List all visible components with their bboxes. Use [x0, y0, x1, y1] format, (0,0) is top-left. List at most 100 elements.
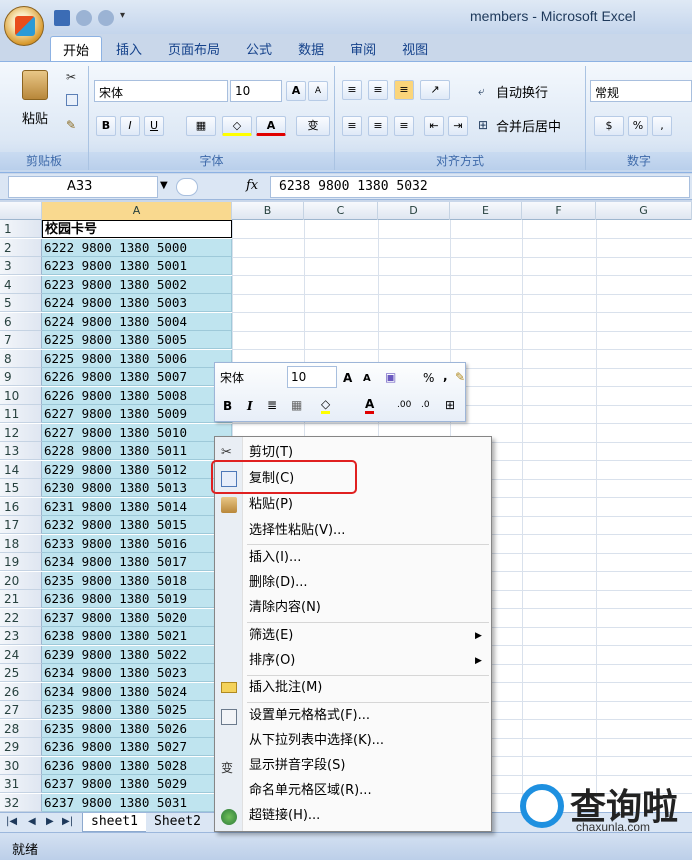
prev-sheet-icon[interactable]: ◀: [28, 816, 36, 827]
insert-function-button[interactable]: fx: [246, 178, 258, 193]
format-painter-icon[interactable]: ✎: [66, 118, 76, 132]
row-header[interactable]: 2: [0, 238, 42, 257]
cell-a[interactable]: 6237 9800 1380 5029: [42, 775, 232, 793]
row-header[interactable]: 28: [0, 719, 42, 738]
menu-item-sort[interactable]: 排序(O): [249, 650, 295, 672]
column-header-d[interactable]: D: [378, 202, 450, 220]
font-size-combo[interactable]: 10: [230, 80, 282, 102]
row-header[interactable]: 13: [0, 442, 42, 460]
tab-view[interactable]: 视图: [390, 36, 440, 62]
row-header[interactable]: 19: [0, 553, 42, 571]
align-left-button[interactable]: ≡: [342, 116, 362, 136]
row-header[interactable]: 4: [0, 275, 42, 294]
cell-a[interactable]: 6230 9800 1380 5013: [42, 479, 232, 497]
menu-item-insert-comment[interactable]: 插入批注(M): [249, 677, 322, 699]
mini-merge-icon[interactable]: ⊞: [445, 398, 455, 412]
cell-a[interactable]: 6229 9800 1380 5012: [42, 460, 232, 479]
cell-a[interactable]: 6234 9800 1380 5017: [42, 553, 232, 571]
cell-a[interactable]: 6226 9800 1380 5008: [42, 386, 232, 405]
cell-a[interactable]: 6239 9800 1380 5022: [42, 645, 232, 664]
number-format-combo[interactable]: 常规: [590, 80, 692, 102]
cell-a[interactable]: 6231 9800 1380 5014: [42, 497, 232, 516]
menu-item-show-phonetic[interactable]: 显示拼音字段(S): [249, 755, 345, 777]
customize-qat-icon[interactable]: ▾: [120, 10, 136, 26]
increase-indent-button[interactable]: ⇥: [448, 116, 468, 136]
mini-percent-button[interactable]: %: [423, 371, 434, 385]
mini-grow-font-button[interactable]: A: [343, 371, 352, 385]
cell-a[interactable]: 6236 9800 1380 5027: [42, 738, 232, 756]
cut-icon[interactable]: ✂: [66, 70, 76, 84]
mini-format-painter-icon[interactable]: ✎: [455, 370, 465, 384]
cell-a[interactable]: 6226 9800 1380 5007: [42, 368, 232, 386]
menu-item-insert[interactable]: 插入(I)...: [249, 547, 301, 569]
cell-a[interactable]: 6234 9800 1380 5024: [42, 682, 232, 701]
cell-a[interactable]: 6235 9800 1380 5026: [42, 719, 232, 738]
align-top-button[interactable]: ≡: [342, 80, 362, 100]
menu-item-delete[interactable]: 删除(D)...: [249, 572, 308, 594]
row-header[interactable]: 5: [0, 294, 42, 312]
cell-a[interactable]: 6237 9800 1380 5031: [42, 793, 232, 812]
tab-review[interactable]: 审阅: [338, 36, 388, 62]
row-header[interactable]: 8: [0, 349, 42, 368]
menu-item-hyperlink[interactable]: 超链接(H)...: [249, 805, 320, 827]
row-header[interactable]: 30: [0, 756, 42, 775]
mini-shrink-font-button[interactable]: A: [363, 373, 371, 384]
row-header[interactable]: 3: [0, 257, 42, 275]
font-color-button[interactable]: A: [256, 116, 286, 136]
align-right-button[interactable]: ≡: [394, 116, 414, 136]
row-header[interactable]: 9: [0, 368, 42, 386]
tab-page-layout[interactable]: 页面布局: [156, 36, 232, 62]
menu-item-define-name[interactable]: 命名单元格区域(R)...: [249, 780, 372, 802]
cell-a[interactable]: 6236 9800 1380 5028: [42, 756, 232, 775]
phonetic-button[interactable]: 变: [296, 116, 330, 136]
office-button[interactable]: [4, 6, 44, 46]
bold-button[interactable]: B: [96, 116, 116, 136]
formula-bar-toggle-icon[interactable]: [176, 178, 198, 196]
mini-fill-color-icon[interactable]: ◇: [321, 397, 331, 414]
cell-a[interactable]: 6238 9800 1380 5021: [42, 627, 232, 645]
cell-a[interactable]: 6224 9800 1380 5003: [42, 294, 232, 312]
row-header[interactable]: 17: [0, 516, 42, 534]
row-header[interactable]: 7: [0, 331, 42, 349]
column-a-header-cell[interactable]: 校园卡号: [42, 220, 232, 238]
column-header-g[interactable]: G: [596, 202, 692, 220]
mini-font-color-icon[interactable]: A: [365, 397, 375, 414]
row-header[interactable]: 31: [0, 775, 42, 793]
menu-item-paste[interactable]: 粘贴(P): [249, 494, 293, 516]
row-header[interactable]: 21: [0, 590, 42, 608]
column-header-e[interactable]: E: [450, 202, 522, 220]
formula-input[interactable]: 6238 9800 1380 5032: [270, 176, 690, 198]
row-header[interactable]: 23: [0, 627, 42, 645]
percent-button[interactable]: %: [628, 116, 648, 136]
row-header[interactable]: 18: [0, 534, 42, 553]
font-name-combo[interactable]: 宋体: [94, 80, 228, 102]
row-header[interactable]: 1: [0, 220, 42, 238]
cell-a[interactable]: 6225 9800 1380 5005: [42, 331, 232, 349]
cell-a[interactable]: 6232 9800 1380 5015: [42, 516, 232, 534]
cell-a[interactable]: 6235 9800 1380 5025: [42, 701, 232, 719]
row-header[interactable]: 29: [0, 738, 42, 756]
paste-button[interactable]: 粘贴: [22, 108, 48, 127]
grow-font-button[interactable]: A: [286, 81, 306, 101]
tab-insert[interactable]: 插入: [104, 36, 154, 62]
sheet-tab-sheet1[interactable]: sheet1: [82, 813, 147, 832]
sheet-tab-sheet2[interactable]: Sheet2: [146, 813, 209, 832]
row-header[interactable]: 10: [0, 386, 42, 405]
tab-formulas[interactable]: 公式: [234, 36, 284, 62]
row-header[interactable]: 25: [0, 664, 42, 682]
mini-comma-button[interactable]: ,: [443, 369, 448, 383]
row-header[interactable]: 11: [0, 405, 42, 423]
menu-item-filter[interactable]: 筛选(E): [249, 625, 293, 647]
cell-a[interactable]: 6236 9800 1380 5019: [42, 590, 232, 608]
merge-center-button[interactable]: 合并后居中: [496, 116, 561, 135]
cell-a[interactable]: 6225 9800 1380 5006: [42, 349, 232, 368]
paste-icon[interactable]: [22, 70, 48, 100]
row-header[interactable]: 15: [0, 479, 42, 497]
cell-a[interactable]: 6235 9800 1380 5018: [42, 571, 232, 590]
wrap-text-button[interactable]: 自动换行: [496, 82, 548, 101]
cell-a[interactable]: 6224 9800 1380 5004: [42, 312, 232, 331]
cell-a[interactable]: 6237 9800 1380 5020: [42, 608, 232, 627]
row-header[interactable]: 27: [0, 701, 42, 719]
column-header-a[interactable]: A: [42, 202, 232, 220]
cell-a[interactable]: 6227 9800 1380 5009: [42, 405, 232, 423]
